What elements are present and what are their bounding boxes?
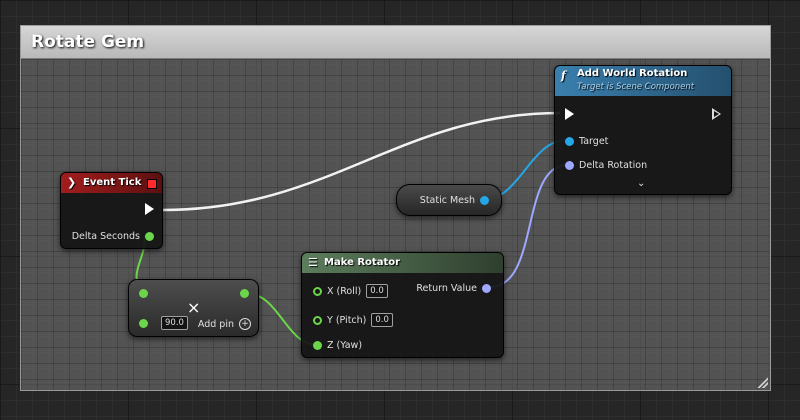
- event-delegate-icon[interactable]: [147, 179, 157, 189]
- static-mesh-label: Static Mesh: [419, 195, 475, 206]
- add-world-rotation-node[interactable]: f Add World Rotation Target is Scene Com…: [554, 65, 732, 195]
- float-pin-icon: [145, 232, 154, 241]
- z-yaw-label: Z (Yaw): [327, 340, 363, 351]
- make-struct-icon: ☰: [308, 256, 318, 269]
- add-circle-icon: +: [239, 318, 251, 330]
- exec-in-pin[interactable]: [565, 108, 574, 120]
- add-pin-button[interactable]: Add pin +: [198, 318, 251, 330]
- delta-seconds-label: Delta Seconds: [71, 231, 140, 242]
- y-pitch-value-field[interactable]: 0.0: [371, 313, 393, 327]
- event-tick-header[interactable]: ❯ Event Tick: [61, 173, 162, 193]
- event-diamond-icon: ❯: [67, 176, 77, 189]
- add-world-rotation-subtitle: Target is Scene Component: [577, 82, 695, 92]
- make-rotator-header[interactable]: ☰ Make Rotator: [302, 253, 503, 273]
- x-roll-label: X (Roll): [327, 285, 362, 297]
- exec-arrow-icon: [145, 203, 154, 215]
- exec-arrow-icon: [565, 108, 574, 120]
- event-tick-title: Event Tick: [83, 177, 142, 188]
- function-icon: f: [561, 69, 566, 82]
- multiply-output-pin[interactable]: [240, 289, 249, 298]
- target-label: Target: [579, 136, 609, 147]
- return-value-label: Return Value: [416, 283, 477, 294]
- float-pin-icon: [240, 289, 249, 298]
- float-pin-icon: [139, 289, 148, 298]
- object-pin-icon: [565, 137, 574, 146]
- delta-rotation-label: Delta Rotation: [579, 160, 648, 171]
- float-pin-icon: [139, 318, 148, 328]
- x-roll-value-field[interactable]: 0.0: [366, 284, 388, 298]
- z-yaw-pin[interactable]: Z (Yaw): [313, 340, 362, 351]
- exec-arrow-outline-icon: [712, 108, 721, 120]
- chevron-down-icon[interactable]: ⌄: [637, 178, 645, 189]
- delta-rotation-pin[interactable]: Delta Rotation: [565, 160, 647, 171]
- exec-out-pin[interactable]: [712, 108, 721, 120]
- float-pin-outline-icon: [313, 286, 322, 296]
- resize-grip-icon[interactable]: [756, 376, 768, 388]
- add-world-rotation-title: Add World Rotation: [577, 68, 688, 79]
- multiply-input-a-pin[interactable]: [139, 289, 148, 298]
- add-world-rotation-header[interactable]: f Add World Rotation Target is Scene Com…: [555, 66, 731, 96]
- object-pin-icon: [480, 196, 489, 205]
- float-pin-icon: [313, 341, 322, 350]
- make-rotator-node[interactable]: ☰ Make Rotator X (Roll) 0.0 Y (Pitch) 0.…: [301, 252, 504, 358]
- y-pitch-pin[interactable]: Y (Pitch) 0.0: [313, 313, 393, 327]
- multiply-node[interactable]: 90.0 × Add pin +: [128, 279, 259, 337]
- multiply-operator-icon: ×: [187, 298, 201, 317]
- float-pin-outline-icon: [313, 315, 322, 325]
- static-mesh-pin[interactable]: Static Mesh: [420, 195, 489, 206]
- multiply-value-field[interactable]: 90.0: [161, 316, 188, 330]
- event-tick-node[interactable]: ❯ Event Tick Delta Seconds: [60, 172, 163, 249]
- make-rotator-title: Make Rotator: [324, 257, 401, 268]
- target-pin[interactable]: Target: [565, 136, 608, 147]
- delta-seconds-pin[interactable]: Delta Seconds: [72, 231, 154, 242]
- exec-out-pin[interactable]: [145, 203, 154, 215]
- rotator-pin-icon: [565, 161, 574, 170]
- rotator-pin-icon: [482, 284, 491, 293]
- static-mesh-node[interactable]: Static Mesh: [396, 184, 502, 216]
- return-value-pin[interactable]: Return Value: [416, 283, 491, 294]
- y-pitch-label: Y (Pitch): [327, 314, 367, 326]
- comment-title[interactable]: Rotate Gem: [21, 26, 770, 59]
- x-roll-pin[interactable]: X (Roll) 0.0: [313, 284, 388, 298]
- add-pin-label: Add pin: [197, 318, 234, 330]
- multiply-input-b-pin[interactable]: 90.0: [139, 316, 188, 330]
